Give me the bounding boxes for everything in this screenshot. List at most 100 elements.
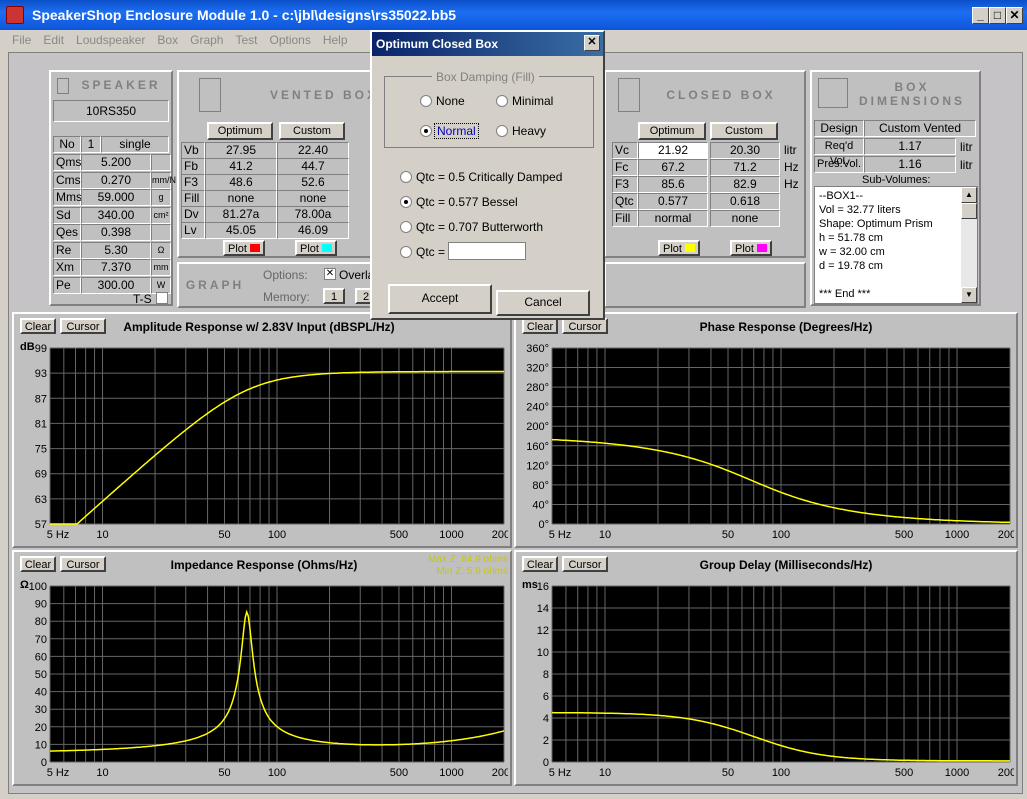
vented-custom-value[interactable]: 78.00a: [277, 206, 349, 223]
closed-custom-value[interactable]: 71.2: [710, 159, 780, 176]
menu-edit[interactable]: Edit: [37, 30, 70, 50]
fill-heavy-radio[interactable]: [496, 125, 508, 137]
x-tick-label: 2000: [492, 529, 508, 541]
menu-help[interactable]: Help: [317, 30, 354, 50]
y-tick-label: 320°: [526, 363, 549, 375]
fill-none-radio[interactable]: [420, 95, 432, 107]
amplitude-graph-panel: Clear Cursor Amplitude Response w/ 2.83V…: [12, 312, 512, 548]
menu-file[interactable]: File: [6, 30, 37, 50]
subvol-list[interactable]: --BOX1-- Vol = 32.77 liters Shape: Optimum…: [814, 186, 978, 304]
qtc-custom-label: Qtc =: [416, 245, 446, 259]
menu-test[interactable]: Test: [229, 30, 263, 50]
param-value[interactable]: 300.00: [81, 276, 151, 294]
x-tick-label: 10: [599, 529, 611, 541]
closed-optimum-value: normal: [638, 210, 708, 227]
closed-header: CLOSED BOX: [666, 88, 776, 102]
fill-normal-radio[interactable]: [420, 125, 432, 137]
qtc-0-577-radio[interactable]: [400, 196, 412, 208]
phase-cursor-button[interactable]: Cursor: [562, 318, 608, 334]
closed-custom-value[interactable]: 82.9: [710, 176, 780, 193]
qtc-custom-radio[interactable]: [400, 246, 412, 258]
fill-minimal-radio[interactable]: [496, 95, 508, 107]
scroll-up-icon[interactable]: ▲: [961, 187, 977, 203]
closed-optimum-button[interactable]: Optimum: [638, 122, 706, 140]
ts-checkbox[interactable]: [156, 292, 168, 304]
menu-options[interactable]: Options: [263, 30, 316, 50]
impedance-cursor-button[interactable]: Cursor: [60, 556, 106, 572]
speaker-model[interactable]: 10RS350: [53, 100, 169, 122]
subvol-line: --BOX1--: [819, 190, 863, 202]
menu-loudspeaker[interactable]: Loudspeaker: [70, 30, 151, 50]
impedance-clear-button[interactable]: Clear: [20, 556, 56, 572]
design-label: Design: [814, 120, 864, 137]
x-tick-label: 50: [218, 529, 230, 541]
y-tick-label: 200°: [526, 421, 549, 433]
param-value[interactable]: 0.398: [81, 224, 151, 241]
param-value[interactable]: 59.000: [81, 189, 151, 206]
vented-custom-value[interactable]: none: [277, 190, 349, 207]
param-value[interactable]: 5.200: [81, 154, 151, 171]
y-tick-label: 70: [35, 634, 47, 646]
scroll-down-icon[interactable]: ▼: [961, 287, 977, 303]
param-value[interactable]: 5.30: [81, 241, 151, 259]
x-tick-label: 1000: [945, 529, 969, 541]
vented-plot-optimum[interactable]: Plot: [223, 240, 265, 256]
param-value[interactable]: 340.00: [81, 206, 151, 224]
qtc-0-5-radio[interactable]: [400, 171, 412, 183]
closed-plot-custom[interactable]: Plot: [730, 240, 772, 256]
closed-custom-value[interactable]: none: [710, 210, 780, 227]
closed-custom-value[interactable]: 20.30: [710, 142, 780, 159]
vented-custom-value[interactable]: 46.09: [277, 222, 349, 239]
minimize-button[interactable]: _: [972, 7, 989, 24]
subvol-line: *** End ***: [819, 288, 871, 300]
impedance-chart[interactable]: 10090807060504030201005 Hz 10 50 100 500 1000…: [16, 576, 508, 782]
closed-plot-optimum[interactable]: Plot: [658, 240, 700, 256]
vented-custom-button[interactable]: Custom: [279, 122, 345, 140]
maximize-button[interactable]: □: [989, 7, 1006, 24]
x-tick-label: 1000: [439, 529, 463, 541]
vented-plot-custom[interactable]: Plot: [295, 240, 337, 256]
app-icon[interactable]: [6, 6, 24, 24]
vented-custom-value[interactable]: 22.40: [277, 142, 349, 159]
box-damping-group: [384, 76, 594, 148]
design-value[interactable]: Custom Vented: [864, 120, 976, 137]
param-value[interactable]: 7.370: [81, 259, 151, 276]
phase-chart[interactable]: 360° 320° 280° 240° 200° 160° 120° 80° 40° 0°5 Hz…: [518, 338, 1014, 544]
subvol-line: [819, 273, 973, 287]
x-tick-label: 1000: [439, 767, 463, 779]
memory-1-button[interactable]: 1: [323, 288, 345, 304]
overlay-checkbox[interactable]: ✕: [324, 268, 336, 280]
mode-select[interactable]: single: [101, 136, 169, 153]
qtc-0-707-label: Qtc = 0.707 Butterworth: [416, 220, 544, 234]
no-value[interactable]: 1: [81, 136, 101, 153]
vented-custom-value[interactable]: 44.7: [277, 158, 349, 175]
vented-optimum-button[interactable]: Optimum: [207, 122, 273, 140]
vented-custom-value[interactable]: 52.6: [277, 174, 349, 191]
subvol-scrollbar[interactable]: ▲ ▼: [961, 187, 977, 303]
delay-chart[interactable]: 16141210864205 Hz105010050010002000ms: [518, 576, 1014, 782]
subvol-line: h = 51.78 cm: [819, 232, 883, 244]
x-tick-label: 10: [96, 529, 108, 541]
y-tick-label: 50: [35, 669, 47, 681]
closed-custom-button[interactable]: Custom: [710, 122, 778, 140]
dialog-close-button[interactable]: ✕: [584, 35, 600, 51]
scroll-thumb[interactable]: [961, 203, 977, 219]
accept-button[interactable]: Accept: [388, 284, 492, 314]
phase-clear-button[interactable]: Clear: [522, 318, 558, 334]
menu-graph[interactable]: Graph: [184, 30, 229, 50]
vented-box-panel: VENTED BOX Optimum Custom Vb 27.95 22.40 Fb…: [177, 70, 377, 258]
qtc-custom-input[interactable]: [448, 242, 526, 260]
cancel-button[interactable]: Cancel: [496, 290, 590, 316]
close-button[interactable]: ✕: [1006, 7, 1023, 24]
vented-row-label: Fill: [181, 190, 205, 207]
param-value[interactable]: 0.270: [81, 171, 151, 189]
delay-cursor-button[interactable]: Cursor: [562, 556, 608, 572]
closed-custom-value[interactable]: 0.618: [710, 193, 780, 210]
menu-box[interactable]: Box: [151, 30, 184, 50]
amplitude-clear-button[interactable]: Clear: [20, 318, 56, 334]
y-tick-label: 69: [35, 469, 47, 481]
amplitude-chart[interactable]: 99 93 87 81 75 69 63 575 Hz 10 50 100 500 1000 2000 dB: [16, 338, 508, 544]
qtc-0-707-radio[interactable]: [400, 221, 412, 233]
amplitude-cursor-button[interactable]: Cursor: [60, 318, 106, 334]
delay-clear-button[interactable]: Clear: [522, 556, 558, 572]
